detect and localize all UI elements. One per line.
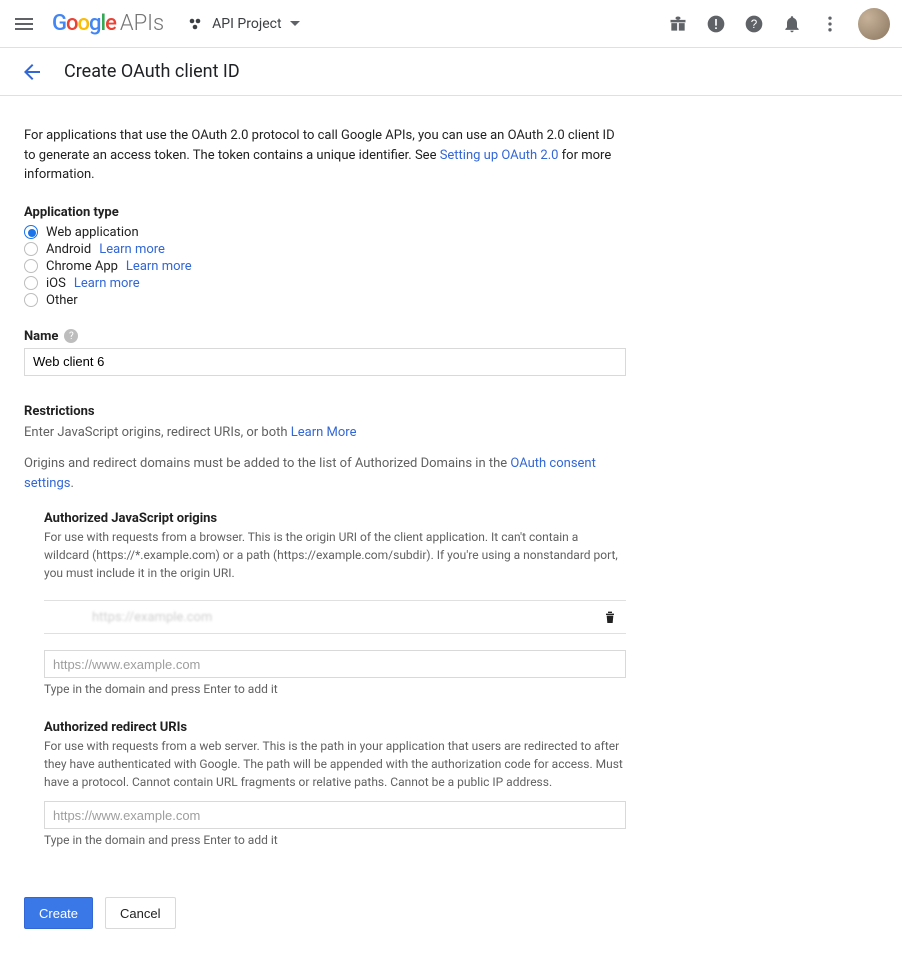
origin-hint: Type in the domain and press Enter to ad… <box>44 682 626 696</box>
avatar[interactable] <box>858 8 890 40</box>
hamburger-menu-icon[interactable] <box>12 12 36 36</box>
page-title: Create OAuth client ID <box>64 61 240 82</box>
radio-icon <box>24 225 38 239</box>
more-icon[interactable] <box>820 14 840 34</box>
name-input[interactable] <box>24 348 626 376</box>
radio-chrome-app[interactable]: Chrome App Learn more <box>24 258 626 275</box>
logo-suffix: APIs <box>120 11 164 36</box>
radio-icon <box>24 242 38 256</box>
radio-icon <box>24 259 38 273</box>
project-selector[interactable]: API Project <box>180 12 307 36</box>
radio-ios[interactable]: iOS Learn more <box>24 275 626 292</box>
create-button[interactable]: Create <box>24 897 93 929</box>
svg-text:?: ? <box>751 18 758 31</box>
trash-icon[interactable] <box>602 609 618 625</box>
redirects-desc: For use with requests from a web server.… <box>44 737 626 791</box>
radio-icon <box>24 276 38 290</box>
redirects-title: Authorized redirect URIs <box>44 720 626 735</box>
name-help-icon[interactable]: ? <box>64 329 78 343</box>
cancel-button[interactable]: Cancel <box>105 897 175 929</box>
help-icon[interactable]: ? <box>744 14 764 34</box>
origins-desc: For use with requests from a browser. Th… <box>44 528 626 582</box>
origin-item: https://example.com <box>44 600 626 634</box>
chrome-learn-more-link[interactable]: Learn more <box>126 259 192 274</box>
chevron-down-icon <box>290 21 300 26</box>
app-type-radio-group: Web application Android Learn more Chrom… <box>24 224 626 309</box>
restrictions-subtitle: Enter JavaScript origins, redirect URIs,… <box>24 423 626 443</box>
radio-android[interactable]: Android Learn more <box>24 241 626 258</box>
restrictions-title: Restrictions <box>24 404 626 419</box>
content: For applications that use the OAuth 2.0 … <box>0 96 650 953</box>
name-label: Name <box>24 329 58 344</box>
redirect-input[interactable] <box>44 801 626 829</box>
redirect-hint: Type in the domain and press Enter to ad… <box>44 833 626 847</box>
origin-input[interactable] <box>44 650 626 678</box>
radio-web-application[interactable]: Web application <box>24 224 626 241</box>
restrictions-learn-more-link[interactable]: Learn More <box>291 425 357 440</box>
alert-icon[interactable] <box>706 14 726 34</box>
project-name: API Project <box>212 16 281 32</box>
topbar: Google APIs API Project ? <box>0 0 902 48</box>
project-icon <box>188 16 204 32</box>
origins-title: Authorized JavaScript origins <box>44 511 626 526</box>
top-actions: ? <box>668 8 890 40</box>
restrictions-domains-note: Origins and redirect domains must be add… <box>24 454 626 493</box>
ios-learn-more-link[interactable]: Learn more <box>74 276 140 291</box>
setup-oauth-link[interactable]: Setting up OAuth 2.0 <box>440 148 559 163</box>
google-apis-logo[interactable]: Google APIs <box>52 11 164 36</box>
authorized-origins-section: Authorized JavaScript origins For use wi… <box>24 511 626 696</box>
intro-text: For applications that use the OAuth 2.0 … <box>24 126 626 185</box>
android-learn-more-link[interactable]: Learn more <box>99 242 165 257</box>
button-row: Create Cancel <box>24 897 626 929</box>
authorized-redirects-section: Authorized redirect URIs For use with re… <box>24 720 626 847</box>
radio-icon <box>24 293 38 307</box>
back-arrow-icon[interactable] <box>20 60 44 84</box>
gift-icon[interactable] <box>668 14 688 34</box>
titlebar: Create OAuth client ID <box>0 48 902 96</box>
app-type-label: Application type <box>24 205 626 220</box>
radio-other[interactable]: Other <box>24 292 626 309</box>
origin-value-blurred: https://example.com <box>44 610 212 625</box>
notifications-icon[interactable] <box>782 14 802 34</box>
